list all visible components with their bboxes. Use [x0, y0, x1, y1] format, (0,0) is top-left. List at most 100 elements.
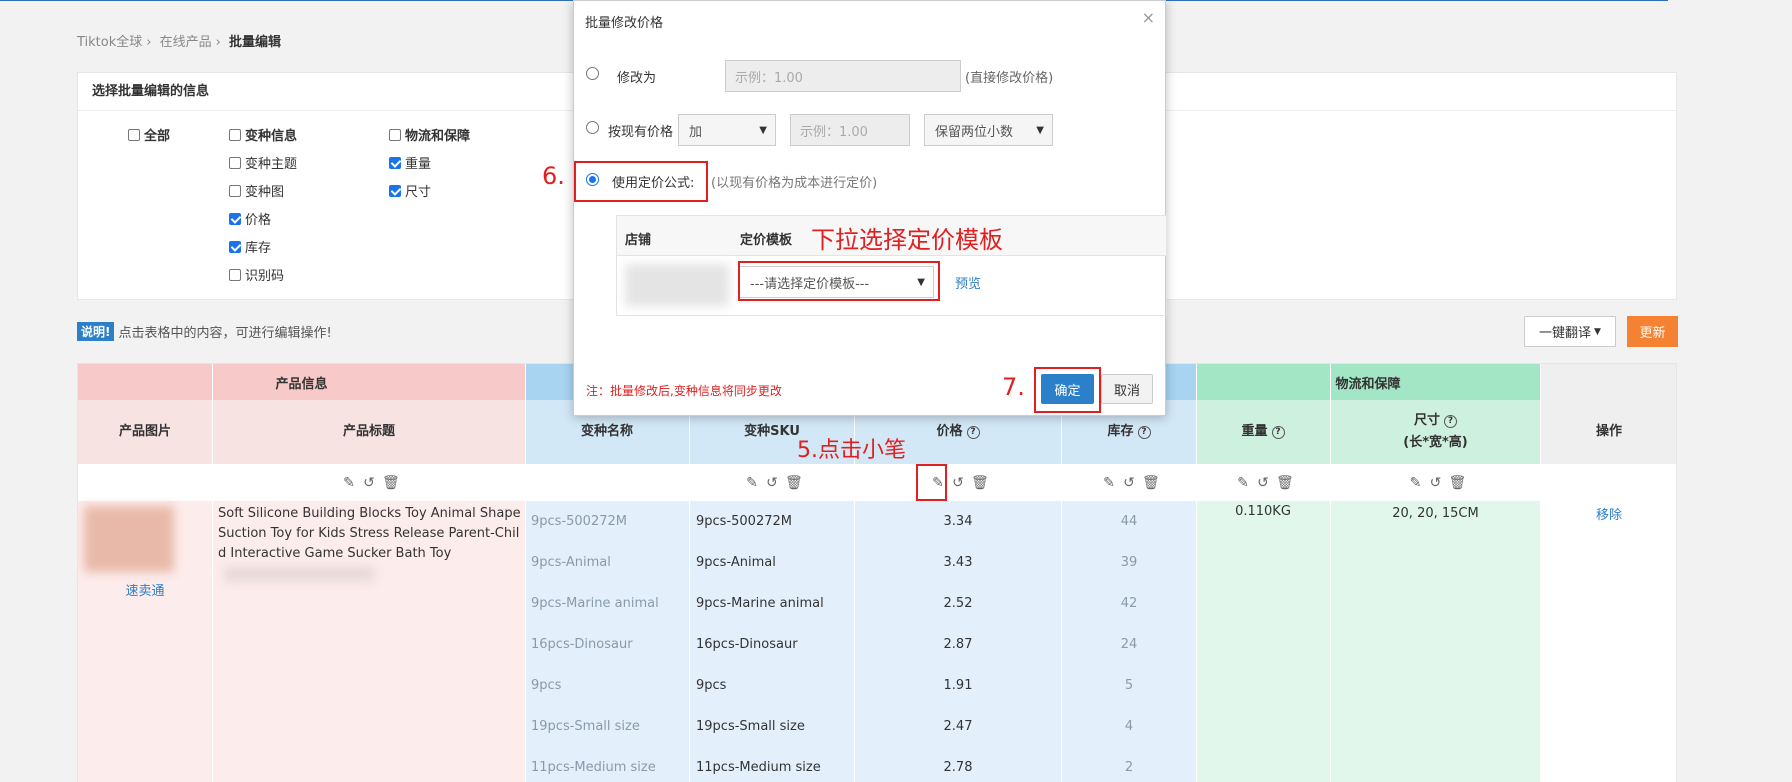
checkbox-all[interactable]: 全部 [128, 125, 170, 144]
chevron-down-icon: ▼ [759, 125, 767, 136]
edit-icon[interactable]: ✎ [745, 476, 759, 490]
price-cell[interactable]: 3.43 [855, 542, 1061, 583]
checkbox-variant-theme[interactable]: 变种主题 [229, 153, 297, 172]
adjust-price-input[interactable]: 示例：1.00 [790, 114, 910, 146]
delete-icon[interactable]: 🗑 [1449, 476, 1467, 490]
set-price-input[interactable]: 示例：1.00 [725, 60, 961, 92]
variant-sku-cell[interactable]: 9pcs-Marine animal [690, 583, 854, 624]
product-title[interactable]: Soft Silicone Building Blocks Toy Animal… [218, 504, 521, 564]
variant-name-cell[interactable]: 11pcs-Medium size [525, 747, 689, 782]
close-icon[interactable]: × [1142, 8, 1155, 27]
price-cell[interactable]: 2.52 [855, 583, 1061, 624]
delete-icon[interactable]: 🗑 [1276, 476, 1294, 490]
undo-icon[interactable]: ↺ [1429, 476, 1443, 490]
chevron-down-icon: ▼ [1594, 326, 1601, 337]
group-header-product: 产品信息 [78, 364, 525, 400]
pricing-formula-hint: (以现有价格为成本进行定价) [711, 176, 878, 191]
product-edit-table: 产品信息 物流和保障 产品图片 产品标题 变种名称 变种SKU 价格? 库存? … [77, 363, 1677, 782]
annotation-box-edit-price [916, 464, 947, 501]
weight-value[interactable]: 0.110KG [1196, 504, 1330, 519]
size-value[interactable]: 20, 20, 15CM [1331, 506, 1540, 521]
delete-icon[interactable]: 🗑 [785, 476, 803, 490]
group-header-logistics: 物流和保障 [1196, 364, 1540, 400]
edit-icon[interactable]: ✎ [1236, 476, 1250, 490]
undo-icon[interactable]: ↺ [362, 476, 376, 490]
notice-text: 点击表格中的内容，可进行编辑操作! [118, 326, 332, 341]
edit-icon[interactable]: ✎ [1102, 476, 1116, 490]
undo-icon[interactable]: ↺ [951, 476, 965, 490]
stock-cell[interactable]: 2 [1062, 747, 1196, 782]
variant-sku-cell[interactable]: 9pcs-500272M [690, 501, 854, 542]
variant-sku-cell[interactable]: 19pcs-Small size [690, 706, 854, 747]
undo-icon[interactable]: ↺ [765, 476, 779, 490]
cancel-button[interactable]: 取消 [1101, 374, 1153, 404]
breadcrumb-sep-icon: › [146, 35, 152, 50]
checkbox-stock[interactable]: 库存 [229, 237, 271, 256]
col-header-weight: 重量? [1196, 400, 1330, 464]
variant-sku-cell[interactable]: 16pcs-Dinosaur [690, 624, 854, 665]
variant-sku-cell[interactable]: 9pcs-Animal [690, 542, 854, 583]
group-header-action [1540, 364, 1676, 400]
stock-cell[interactable]: 44 [1062, 501, 1196, 542]
checkbox-checked-icon [389, 184, 401, 197]
checkbox-price[interactable]: 价格 [229, 209, 271, 228]
stock-cell[interactable]: 5 [1062, 665, 1196, 706]
price-cell[interactable]: 1.91 [855, 665, 1061, 706]
radio-set-price[interactable] [586, 67, 599, 80]
checkbox-weight[interactable]: 重量 [389, 153, 431, 172]
price-cell[interactable]: 2.87 [855, 624, 1061, 665]
preview-link[interactable]: 预览 [955, 273, 981, 292]
variant-name-cell[interactable]: 9pcs [525, 665, 689, 706]
stock-tools: ✎ ↺ 🗑 [1062, 464, 1196, 501]
col-header-action: 操作 [1540, 400, 1676, 464]
variant-name-cell[interactable]: 9pcs-Animal [525, 542, 689, 583]
variant-name-cell[interactable]: 9pcs-Marine animal [525, 583, 689, 624]
checkbox-icon [229, 156, 241, 169]
remove-link[interactable]: 移除 [1540, 504, 1676, 523]
checkbox-size[interactable]: 尺寸 [389, 181, 431, 200]
variant-sku-cell[interactable]: 9pcs [690, 665, 854, 706]
variant-name-cell[interactable]: 19pcs-Small size [525, 706, 689, 747]
update-button[interactable]: 更新 [1627, 316, 1678, 347]
delete-icon[interactable]: 🗑 [382, 476, 400, 490]
size-tools: ✎ ↺ 🗑 [1331, 464, 1540, 501]
checkbox-icon [229, 128, 241, 141]
one-click-translate-button[interactable]: 一键翻译 ▼ [1524, 316, 1616, 347]
edit-icon[interactable]: ✎ [342, 476, 356, 490]
price-cell[interactable]: 2.78 [855, 747, 1061, 782]
edit-icon[interactable]: ✎ [1409, 476, 1423, 490]
checkbox-identifier[interactable]: 识别码 [229, 265, 284, 284]
breadcrumb-item-tiktok[interactable]: Tiktok全球 [77, 35, 142, 50]
undo-icon[interactable]: ↺ [1122, 476, 1136, 490]
help-icon[interactable]: ? [1137, 425, 1151, 439]
checkbox-variant-info[interactable]: 变种信息 [229, 125, 297, 144]
store-link[interactable]: 速卖通 [78, 580, 212, 599]
rounding-select[interactable]: 保留两位小数 ▼ [924, 114, 1053, 146]
undo-icon[interactable]: ↺ [1256, 476, 1270, 490]
radio-adjust-price[interactable] [586, 121, 599, 134]
col-header-title: 产品标题 [213, 400, 525, 464]
price-cell[interactable]: 3.34 [855, 501, 1061, 542]
variant-name-cell[interactable]: 9pcs-500272M [525, 501, 689, 542]
annotation-box-template [738, 261, 940, 301]
delete-icon[interactable]: 🗑 [1142, 476, 1160, 490]
annotation-step6: 6. [542, 162, 565, 190]
checkbox-variant-image[interactable]: 变种图 [229, 181, 284, 200]
template-col-header: 定价模板 [740, 233, 793, 248]
variant-name-cell[interactable]: 16pcs-Dinosaur [525, 624, 689, 665]
stock-cell[interactable]: 24 [1062, 624, 1196, 665]
product-image [84, 506, 174, 572]
operator-select[interactable]: 加 ▼ [678, 114, 776, 146]
help-icon[interactable]: ? [1444, 414, 1457, 428]
stock-cell[interactable]: 42 [1062, 583, 1196, 624]
stock-cell[interactable]: 4 [1062, 706, 1196, 747]
breadcrumb-item-products[interactable]: 在线产品 [160, 35, 212, 50]
price-cell[interactable]: 2.47 [855, 706, 1061, 747]
delete-icon[interactable]: 🗑 [971, 476, 989, 490]
stock-cell[interactable]: 39 [1062, 542, 1196, 583]
help-icon[interactable]: ? [1271, 425, 1285, 439]
checkbox-logistics[interactable]: 物流和保障 [389, 125, 470, 144]
footer-note: 注：批量修改后,变种信息将同步更改 [586, 384, 782, 398]
help-icon[interactable]: ? [966, 425, 980, 439]
variant-sku-cell[interactable]: 11pcs-Medium size [690, 747, 854, 782]
